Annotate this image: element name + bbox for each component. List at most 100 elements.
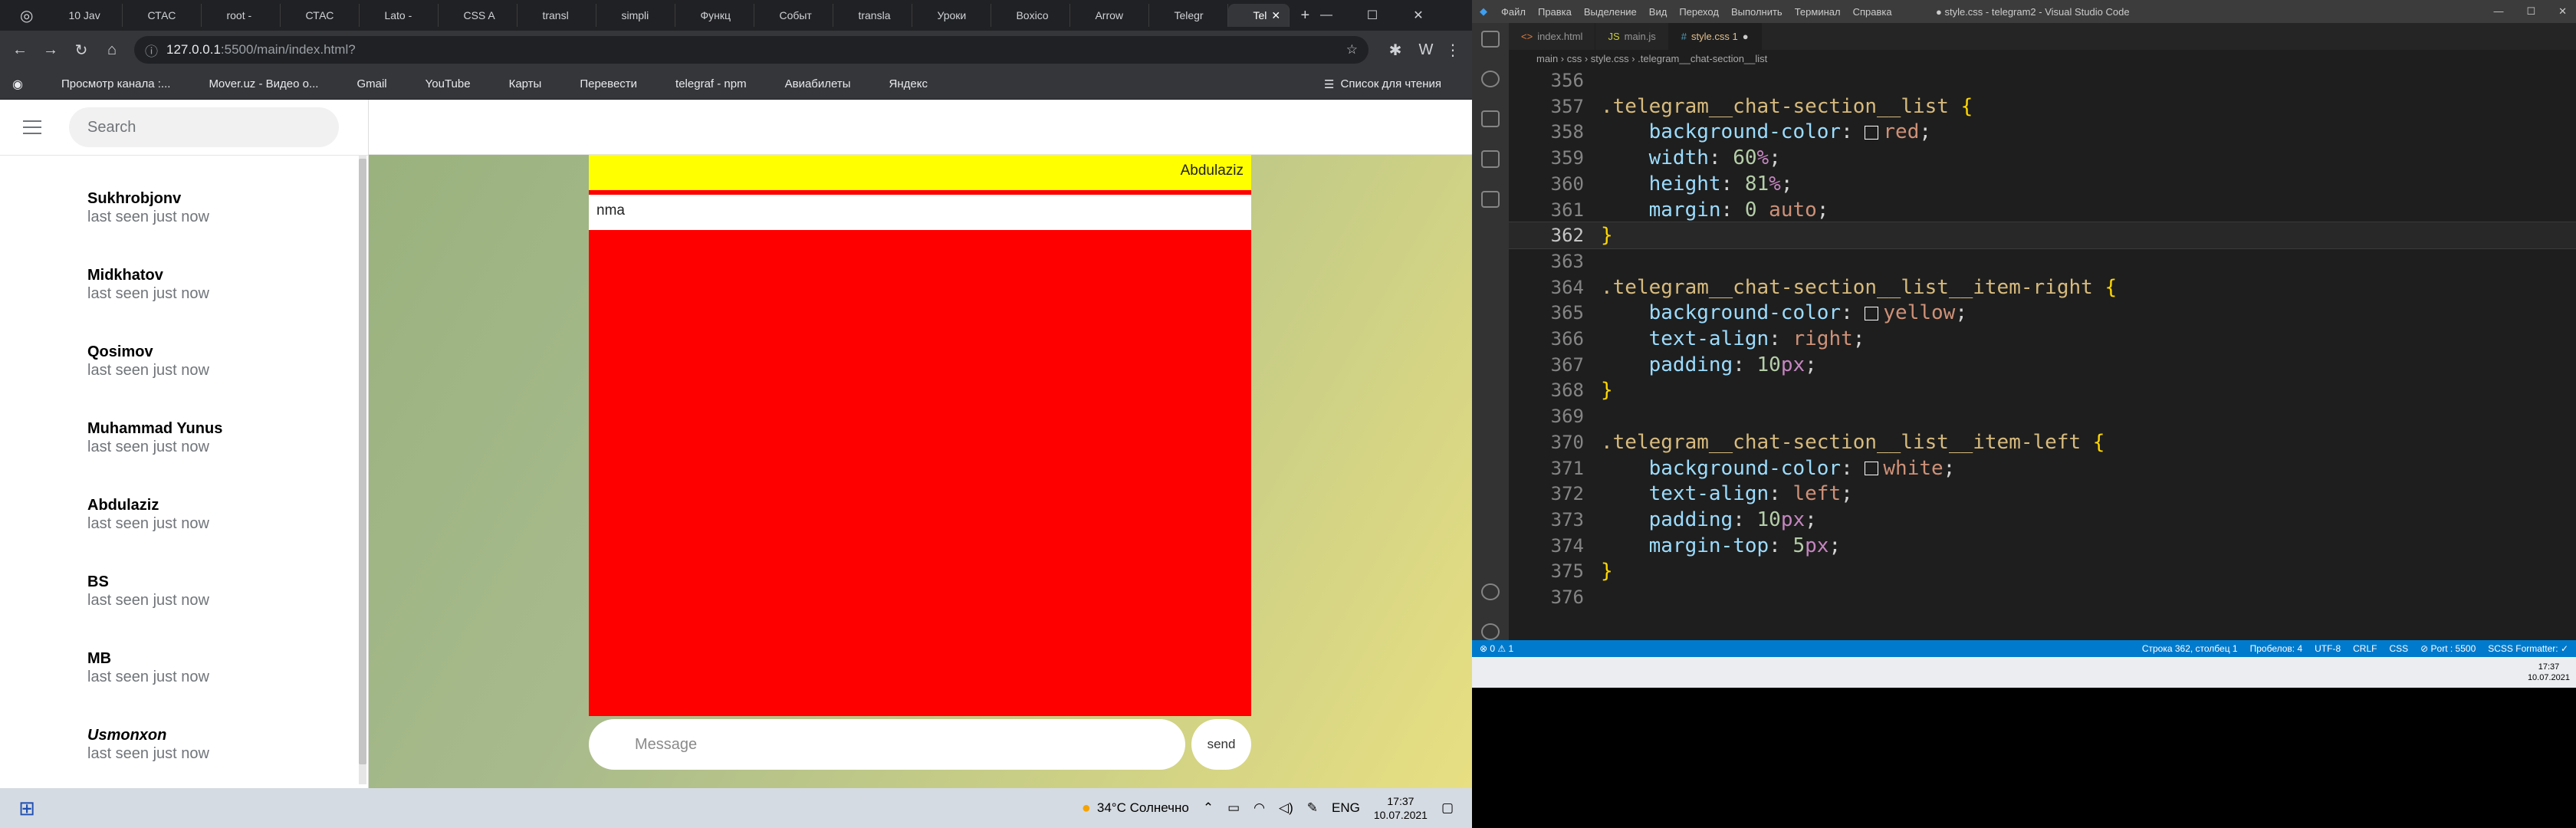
- vscode-menu-item[interactable]: Вид: [1649, 6, 1668, 18]
- status-item[interactable]: Пробелов: 4: [2250, 643, 2303, 654]
- windows-start-icon[interactable]: ⊞: [0, 788, 54, 828]
- contact-item[interactable]: Qosimov last seen just now: [0, 323, 368, 399]
- reading-list[interactable]: ☰ Список для чтения: [1324, 77, 1441, 91]
- vscode-menu-item[interactable]: Переход: [1679, 6, 1719, 18]
- contact-item[interactable]: BS last seen just now: [0, 553, 368, 629]
- search-input[interactable]: Search: [69, 107, 339, 147]
- taskbar-app-icon[interactable]: [274, 788, 311, 828]
- browser-tab[interactable]: Уроки: [912, 4, 992, 27]
- contact-item[interactable]: Abdulaziz last seen just now: [0, 476, 368, 553]
- network-icon[interactable]: ◠: [1254, 800, 1265, 816]
- browser-tab[interactable]: transla: [833, 4, 913, 27]
- vscode-menu-item[interactable]: Справка: [1853, 6, 1892, 18]
- sidebar-scrollbar[interactable]: [359, 156, 366, 784]
- taskbar-app-icon[interactable]: [1582, 657, 1618, 688]
- taskbar-app-icon[interactable]: [1547, 657, 1582, 688]
- bookmark-item[interactable]: Карты: [491, 77, 542, 90]
- vscode-menu-item[interactable]: Файл: [1501, 6, 1526, 18]
- minimize-icon[interactable]: —: [1303, 8, 1349, 22]
- bookmark-item[interactable]: Яндекс: [871, 77, 928, 90]
- extensions-icon[interactable]: [1481, 190, 1500, 208]
- problems-indicator[interactable]: ⊗ 0 ⚠ 1: [1472, 643, 1513, 654]
- status-item[interactable]: CRLF: [2353, 643, 2377, 654]
- explorer-icon[interactable]: [1481, 31, 1500, 48]
- source-control-icon[interactable]: [1481, 110, 1500, 128]
- editor-tab[interactable]: # style.css 1 ●: [1668, 23, 1762, 50]
- editor-tab[interactable]: JS main.js: [1595, 23, 1669, 50]
- minimize-icon[interactable]: —: [2493, 5, 2503, 18]
- taskbar-app-icon[interactable]: [1653, 657, 1688, 688]
- browser-tab[interactable]: СТАС: [123, 4, 202, 27]
- info-icon[interactable]: ⓘ: [145, 41, 158, 60]
- taskbar-app-icon[interactable]: [164, 788, 201, 828]
- taskbar-app-icon[interactable]: [201, 788, 238, 828]
- code-line[interactable]: 363: [1509, 248, 2576, 275]
- browser-tab[interactable]: Lato -: [360, 4, 439, 27]
- code-line[interactable]: 375}: [1509, 557, 2576, 585]
- vscode-menu-item[interactable]: Выделение: [1584, 6, 1637, 18]
- close-icon[interactable]: ✕: [2558, 5, 2567, 18]
- color-swatch-icon[interactable]: [1865, 125, 1879, 140]
- profile-icon[interactable]: W: [1411, 41, 1441, 59]
- taskbar-app-icon[interactable]: [1477, 657, 1512, 688]
- browser-tab[interactable]: Событ: [754, 4, 834, 27]
- apps-icon[interactable]: ◉: [12, 77, 23, 92]
- status-item[interactable]: Строка 362, столбец 1: [2142, 643, 2238, 654]
- taskbar-app-icon[interactable]: [238, 788, 274, 828]
- browser-tab[interactable]: 10 Jav: [44, 4, 123, 27]
- menu-icon[interactable]: ⋮: [1438, 41, 1468, 60]
- maximize-icon[interactable]: ☐: [2526, 5, 2535, 18]
- forward-icon[interactable]: →: [35, 41, 66, 59]
- maximize-icon[interactable]: ☐: [1349, 8, 1395, 23]
- contact-item[interactable]: MB last seen just now: [0, 629, 368, 706]
- taskbar-app-icon[interactable]: [90, 788, 127, 828]
- bookmark-item[interactable]: YouTube: [407, 77, 471, 90]
- volume-icon[interactable]: ◁): [1279, 800, 1293, 816]
- status-item[interactable]: ⊘ Port : 5500: [2420, 643, 2476, 654]
- taskbar-app-icon[interactable]: [1512, 657, 1547, 688]
- code-line[interactable]: 374 margin-top: 5px;: [1509, 532, 2576, 560]
- code-line[interactable]: 365 background-color: yellow;: [1509, 299, 2576, 327]
- code-line[interactable]: 360 height: 81%;: [1509, 170, 2576, 198]
- bookmark-item[interactable]: Mover.uz - Видео о...: [190, 77, 318, 90]
- notifications-icon[interactable]: ▢: [1441, 800, 1454, 816]
- browser-tab[interactable]: transl: [518, 4, 597, 27]
- taskbar-app-icon[interactable]: [1723, 657, 1759, 688]
- code-line[interactable]: 373 padding: 10px;: [1509, 506, 2576, 534]
- contact-item[interactable]: Usmonxon last seen just now: [0, 706, 368, 783]
- browser-tab[interactable]: Arrow: [1070, 4, 1150, 27]
- home-icon[interactable]: ⌂: [97, 41, 127, 59]
- account-icon[interactable]: [1481, 583, 1500, 600]
- search-icon[interactable]: [1481, 71, 1500, 88]
- browser-tab[interactable]: Boxico: [991, 4, 1071, 27]
- extensions-icon[interactable]: ✱: [1380, 41, 1411, 60]
- message-input[interactable]: Message: [589, 719, 1185, 770]
- contact-item[interactable]: Sukhrobjonv last seen just now: [0, 169, 368, 246]
- tab-search-icon[interactable]: ◎: [9, 6, 44, 25]
- clock[interactable]: 17:37 10.07.2021: [1374, 794, 1428, 822]
- taskbar-app-icon[interactable]: [1688, 657, 1723, 688]
- vscode-menu-item[interactable]: Правка: [1538, 6, 1572, 18]
- code-line[interactable]: 370 .telegram__chat-section__list__item-l…: [1509, 429, 2576, 456]
- browser-tab[interactable]: СТАС: [281, 4, 360, 27]
- code-line[interactable]: 357 .telegram__chat-section__list {: [1509, 93, 2576, 120]
- address-bar[interactable]: ⓘ 127.0.0.1:5500/main/index.html? ☆: [134, 36, 1368, 64]
- taskbar-app-icon[interactable]: [1759, 657, 1794, 688]
- bookmark-item[interactable]: Gmail: [338, 77, 386, 90]
- run-debug-icon[interactable]: [1481, 150, 1500, 168]
- browser-tab[interactable]: simpli: [596, 4, 676, 27]
- bookmark-item[interactable]: telegraf - npm: [657, 77, 747, 90]
- chevron-up-icon[interactable]: ⌃: [1203, 800, 1214, 816]
- tab-close-icon[interactable]: ✕: [1271, 9, 1280, 22]
- unsaved-dot-icon[interactable]: ●: [1743, 31, 1749, 42]
- clock[interactable]: 17:37 10.07.2021: [2528, 662, 2570, 683]
- color-swatch-icon[interactable]: [1865, 462, 1879, 475]
- code-line[interactable]: 364 .telegram__chat-section__list__item-r…: [1509, 274, 2576, 301]
- code-line[interactable]: 358 background-color: red;: [1509, 118, 2576, 146]
- browser-tab[interactable]: Функц: [675, 4, 755, 27]
- browser-tab[interactable]: Tel ✕: [1228, 4, 1290, 27]
- settings-gear-icon[interactable]: [1481, 623, 1500, 640]
- taskbar-app-icon[interactable]: [1618, 657, 1653, 688]
- bookmark-item[interactable]: Просмотр канала :...: [43, 77, 170, 90]
- code-line[interactable]: 361 margin: 0 auto;: [1509, 196, 2576, 224]
